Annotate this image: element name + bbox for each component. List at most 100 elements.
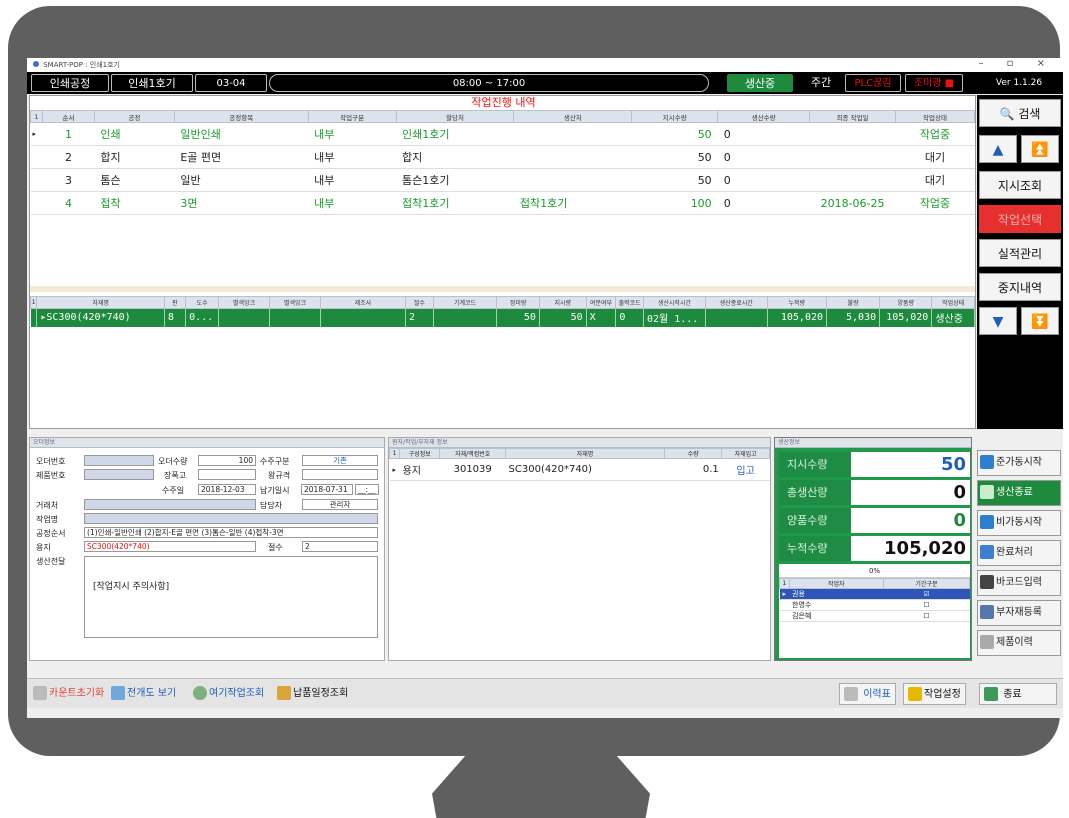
table-row[interactable]: 3 톰슨 일반 내부 톰슨1호기 50 0 대기	[30, 168, 975, 192]
cell-proc: 합지	[94, 145, 175, 169]
cell-seq: 3	[42, 168, 95, 192]
cell-item: 3면	[174, 191, 309, 215]
cell-1: 8	[164, 308, 187, 327]
paper-field[interactable]: SC300(420*740)	[84, 541, 256, 552]
route-field[interactable]: (1)인쇄-일반인쇄 (2)합지-E골 편면 (3)톰슨-일반 (4)접착-3면	[84, 527, 378, 538]
spec-field[interactable]	[198, 469, 256, 480]
cell-date	[809, 122, 896, 146]
table-row[interactable]: ▸ 권용 ☑	[779, 588, 970, 600]
page-up-button[interactable]: ▲	[979, 135, 1017, 163]
due-time-field[interactable]: __:__	[355, 484, 379, 495]
product-history-button[interactable]: 제품이력	[977, 630, 1061, 656]
other-work-lookup-button[interactable]: 여기작업조회	[193, 683, 264, 705]
order-type-field[interactable]: 기존	[302, 455, 378, 466]
note-label: 생산전달	[36, 557, 66, 566]
cell-seq: 2	[42, 145, 95, 169]
result-mgmt-button[interactable]: 실적관리	[979, 239, 1061, 267]
client-field[interactable]	[84, 499, 256, 510]
worker-checkbox[interactable]: ☑	[883, 588, 970, 600]
order-no-field[interactable]	[84, 455, 154, 466]
size-field[interactable]	[302, 469, 378, 480]
action-label: 바코드입력	[996, 577, 1042, 588]
window-controls[interactable]: – ▫ ×	[978, 58, 1055, 69]
end-production-button[interactable]: 생산종료	[977, 480, 1061, 506]
window-title: SMART-POP : 인쇄1호기	[43, 61, 120, 69]
cell-assign: 합지	[396, 145, 514, 169]
manager-label: 담당자	[260, 501, 283, 510]
history-icon	[980, 635, 994, 649]
table-row[interactable]: 4 접착 3면 내부 접착1호기 접착1호기 100 0 2018-06-25 작업중	[30, 191, 975, 215]
start-idle-button[interactable]: 비가동시작	[977, 510, 1061, 536]
cell-done: 0	[717, 191, 810, 215]
scroll-top-button[interactable]: ⏫	[1021, 135, 1059, 163]
start-prep-button[interactable]: 준가동시작	[977, 450, 1061, 476]
col-done: 생산수량	[717, 110, 811, 123]
table-row[interactable]: 2 합지 E골 편면 내부 합지 50 0 대기	[30, 145, 975, 169]
page-down-button[interactable]: ▼	[979, 307, 1017, 335]
client-label: 거래처	[36, 501, 59, 510]
order-lookup-button[interactable]: 지시조회	[979, 171, 1061, 199]
stop-history-button[interactable]: 중지내역	[979, 273, 1061, 301]
history-button[interactable]: 이력표	[839, 683, 896, 705]
exit-button[interactable]: 종료	[979, 683, 1057, 705]
instruct-qty-label: 지시수량	[779, 452, 851, 477]
worker-checkbox[interactable]: ☐	[883, 599, 970, 611]
col-1: 판	[163, 296, 187, 309]
right-nav-panel: 🔍 검색 ▲ ⏫ 지시조회 작업선택 실적관리 중지내역 ▼ ⏬	[977, 95, 1063, 429]
work-select-button[interactable]: 작업선택	[979, 205, 1061, 233]
note-field[interactable]: [작업지시 주의사항]	[84, 556, 378, 638]
cell-date	[809, 145, 896, 169]
table-row[interactable]: ▸ 1 인쇄 일반인쇄 내부 인쇄1호기 50 0 작업중	[30, 122, 975, 146]
work-settings-button[interactable]: 작업설정	[903, 683, 966, 705]
job-label: 작업명	[36, 515, 59, 524]
cell-qty: 50	[631, 145, 718, 169]
cell-assign: 접착1호기	[396, 191, 514, 215]
order-date-field[interactable]: 2018-12-03	[198, 484, 256, 495]
search-button[interactable]: 🔍 검색	[979, 99, 1061, 127]
delivery-schedule-button[interactable]: 납품일정조회	[277, 683, 348, 705]
cell-13	[705, 308, 768, 327]
due-label: 납기일시	[260, 486, 290, 495]
table-row[interactable]: 한영수 ☐	[779, 599, 970, 611]
barcode-input-button[interactable]: 바코드입력	[977, 570, 1061, 596]
cell-state: 작업중	[895, 191, 975, 215]
manager-field[interactable]: 관리자	[302, 499, 378, 510]
exit-icon	[984, 687, 998, 701]
cell-8: 50	[496, 308, 540, 327]
complete-button[interactable]: 완료처리	[977, 540, 1061, 566]
size-label: 왕규격	[268, 471, 291, 480]
action-label: 준가동시작	[996, 457, 1042, 468]
table-row[interactable]: 김은혜 ☐	[779, 610, 970, 622]
paper-label: 용지	[36, 543, 51, 552]
job-field[interactable]	[84, 513, 378, 524]
sub-material-button[interactable]: 부자재등록	[977, 600, 1061, 626]
table-row[interactable]: ▸ 용지 301039 SC300(420*740) 0.1 입고	[389, 458, 770, 481]
scroll-bottom-button[interactable]: ⏬	[1021, 307, 1059, 335]
unfold-view-button[interactable]: 전개도 보기	[111, 683, 176, 705]
order-qty-field[interactable]: 100	[198, 455, 256, 466]
table-row[interactable]: ▸SC300(420*740) 8 0... 2 50 50 X 0 02월 1... 105,0…	[30, 308, 975, 327]
machine-indicator: 인쇄1호기	[111, 74, 193, 92]
worker-table: 1 작업자 기간구분 ▸ 권용 ☑ 한영수 ☐ 김은혜 ☐	[779, 578, 971, 622]
worker-checkbox[interactable]: ☐	[883, 610, 970, 622]
cell-proc: 톰슨	[94, 168, 175, 192]
col-8: 정미량	[496, 296, 540, 309]
gear-icon	[980, 515, 994, 529]
counter-reset-button[interactable]: 카운트초기화	[33, 683, 104, 705]
product-no-field[interactable]	[84, 469, 154, 480]
cut-field[interactable]: 2	[302, 541, 378, 552]
col-prod: 생산처	[513, 110, 633, 123]
order-info-panel: 오더정보 오더번호 오더수량 100 수주구분 기존 제품번호 장폭고 왕규격 …	[29, 437, 385, 661]
cell-15: 5,030	[826, 308, 881, 327]
cell-10: X	[586, 308, 617, 327]
row-indicator: ▸	[30, 122, 43, 146]
row-indicator-header: 1	[388, 448, 401, 459]
material-name: SC300(420*740)	[505, 458, 665, 481]
gear-icon	[980, 485, 994, 499]
col-name: 자재명	[505, 448, 666, 459]
due-date-field[interactable]: 2018-07-31	[301, 484, 353, 495]
row-indicator-header: 1	[30, 110, 43, 123]
cell-state: 작업중	[895, 122, 975, 146]
app-screen: SMART-POP : 인쇄1호기 – ▫ × 인쇄공정 인쇄1호기 03-04…	[27, 58, 1063, 718]
tools-icon	[33, 686, 47, 700]
